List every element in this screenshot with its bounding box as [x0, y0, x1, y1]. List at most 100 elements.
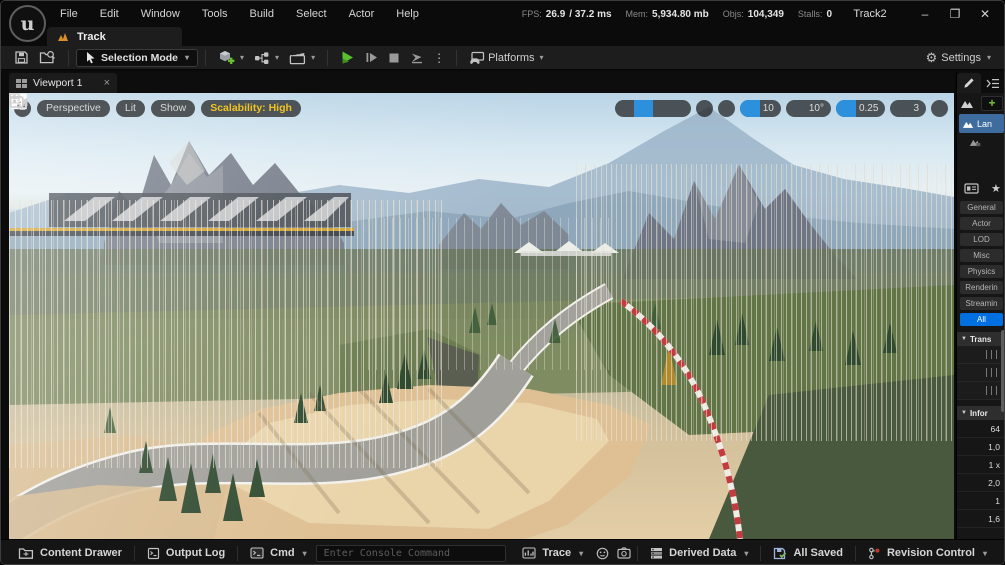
category-all[interactable]: All	[960, 313, 1003, 326]
menu-build[interactable]: Build	[239, 1, 285, 27]
perspective-dropdown[interactable]: Perspective	[9, 93, 110, 117]
outliner-header-row: +	[957, 93, 1004, 113]
menu-edit[interactable]: Edit	[89, 1, 130, 27]
scale-snap-toggle[interactable]	[11, 94, 856, 117]
chevron-down-icon: ▾	[311, 53, 316, 62]
outliner-item-landscape[interactable]: Lan	[959, 114, 1004, 133]
category-general[interactable]: General	[960, 201, 1003, 214]
settings-dropdown[interactable]: ⚙ Settings ▾	[921, 48, 996, 68]
browse-content-button[interactable]	[34, 48, 61, 68]
cinematics-button[interactable]: ▾	[284, 48, 320, 68]
trace-label: Trace	[542, 547, 572, 559]
cmd-dropdown[interactable]: Cmd ▾	[241, 540, 315, 565]
id-card-icon[interactable]	[964, 182, 979, 194]
section-information[interactable]: ▼ Infor	[957, 406, 1004, 420]
output-log-button[interactable]: Output Log	[138, 540, 234, 565]
add-actor-button[interactable]: ▾	[213, 48, 249, 68]
play-button[interactable]	[335, 48, 360, 68]
maximize-button[interactable]: ❐	[940, 1, 970, 27]
section-transform[interactable]: ▼ Trans	[957, 332, 1004, 346]
category-lod[interactable]: LOD	[960, 233, 1003, 246]
transform-field-row[interactable]	[957, 382, 1004, 400]
fps-value: 26.9	[545, 8, 566, 20]
add-item-button[interactable]: +	[981, 95, 1003, 111]
selection-mode-dropdown[interactable]: Selection Mode ▾	[76, 48, 199, 67]
launch-button[interactable]	[405, 48, 429, 68]
camera-speed-toggle[interactable]	[9, 96, 910, 117]
content-drawer-button[interactable]: Content Drawer	[9, 540, 131, 565]
unreal-editor-window: File Edit Window Tools Build Select Acto…	[0, 0, 1005, 565]
landscape-mountain-icon	[961, 100, 973, 108]
grid-snap-value[interactable]: 10	[760, 103, 781, 114]
rotation-snap-value[interactable]: 10°	[806, 103, 831, 114]
scalability-button[interactable]: Scalability: High	[201, 99, 301, 117]
actor-snap-button[interactable]	[10, 94, 735, 117]
viewport-3d-scene[interactable]: ≡ Perspective Lit Show Scalability: High	[9, 93, 954, 539]
maximize-viewport-button[interactable]	[9, 93, 948, 117]
menu-window[interactable]: Window	[130, 1, 191, 27]
rotate-tool-button[interactable]	[9, 93, 672, 117]
chevron-down-icon: ▾	[275, 53, 280, 62]
play-options-kebab-icon[interactable]: ⋮	[429, 51, 449, 65]
close-button[interactable]: ✕	[970, 1, 1000, 27]
category-streaming[interactable]: Streamin	[960, 297, 1003, 310]
category-actor[interactable]: Actor	[960, 217, 1003, 230]
all-saved-icon	[774, 547, 787, 559]
gauge-icon	[596, 547, 609, 559]
console-command-input[interactable]	[315, 544, 506, 562]
scale-tool-button[interactable]	[9, 93, 691, 117]
menu-tools[interactable]: Tools	[191, 1, 239, 27]
content-drawer-label: Content Drawer	[40, 547, 122, 559]
menu-select[interactable]: Select	[285, 1, 338, 27]
rotation-snap-toggle[interactable]	[12, 95, 806, 117]
tab-track[interactable]: Track	[47, 27, 182, 46]
show-dropdown[interactable]: Show	[150, 99, 196, 117]
trace-dropdown[interactable]: Trace ▾	[513, 540, 592, 565]
main-toolbar: Selection Mode ▾ ▾ ▾ ▾ ⋮ Platforms ▾ ⚙ S…	[1, 46, 1004, 70]
platforms-dropdown[interactable]: Platforms ▾	[464, 48, 548, 68]
lit-dropdown[interactable]: Lit	[9, 93, 145, 117]
objs-label: Objs:	[722, 9, 744, 19]
asset-tab-row: Track	[1, 27, 1004, 46]
tab-outliner[interactable]	[981, 73, 1004, 93]
scalability-label: Scalability: High	[210, 102, 292, 114]
transform-field-row[interactable]	[957, 346, 1004, 364]
menu-actor[interactable]: Actor	[338, 1, 386, 27]
sidebar-scrollbar[interactable]	[1001, 330, 1004, 412]
revision-control-branch-icon	[869, 547, 880, 559]
outliner-item-label: Lan	[977, 118, 993, 129]
selection-mode-label: Selection Mode	[101, 51, 179, 64]
category-rendering[interactable]: Renderin	[960, 281, 1003, 294]
scale-snap-value[interactable]: 0.25	[856, 103, 885, 114]
field-bars	[986, 386, 997, 395]
surface-snap-button[interactable]	[9, 94, 713, 117]
pencil-icon	[964, 78, 974, 88]
save-status-button[interactable]: All Saved	[764, 540, 852, 565]
save-button[interactable]	[9, 48, 34, 68]
unreal-logo-icon[interactable]: u	[9, 5, 46, 42]
cinematics-clapper-icon	[289, 51, 306, 64]
menu-file[interactable]: File	[49, 1, 89, 27]
transform-field-row[interactable]	[957, 364, 1004, 382]
select-tool-button[interactable]	[10, 93, 634, 117]
category-physics[interactable]: Physics	[960, 265, 1003, 278]
asset-tab-label: Track	[77, 30, 106, 43]
revision-control-dropdown[interactable]: Revision Control ▾	[859, 540, 996, 565]
stop-button[interactable]	[383, 48, 405, 68]
screenshot-button[interactable]	[615, 545, 632, 562]
move-tool-button[interactable]	[9, 93, 653, 117]
camera-speed-value[interactable]: 3	[910, 103, 926, 114]
favorites-star-icon[interactable]: ★	[991, 182, 1001, 195]
menu-help[interactable]: Help	[385, 1, 430, 27]
tab-viewport-1[interactable]: Viewport 1 ×	[9, 73, 117, 93]
minimize-button[interactable]: –	[910, 1, 940, 27]
insights-gauge-button[interactable]	[594, 545, 611, 562]
close-icon[interactable]: ×	[104, 77, 110, 89]
outliner-item-landscape-child[interactable]	[957, 134, 1004, 150]
frame-skip-button[interactable]	[360, 48, 383, 68]
category-misc[interactable]: Misc	[960, 249, 1003, 262]
grid-snap-toggle[interactable]	[11, 93, 760, 117]
tab-edit-mode[interactable]	[957, 73, 981, 93]
blueprints-button[interactable]: ▾	[249, 48, 284, 68]
derived-data-dropdown[interactable]: Derived Data ▾	[641, 540, 757, 565]
